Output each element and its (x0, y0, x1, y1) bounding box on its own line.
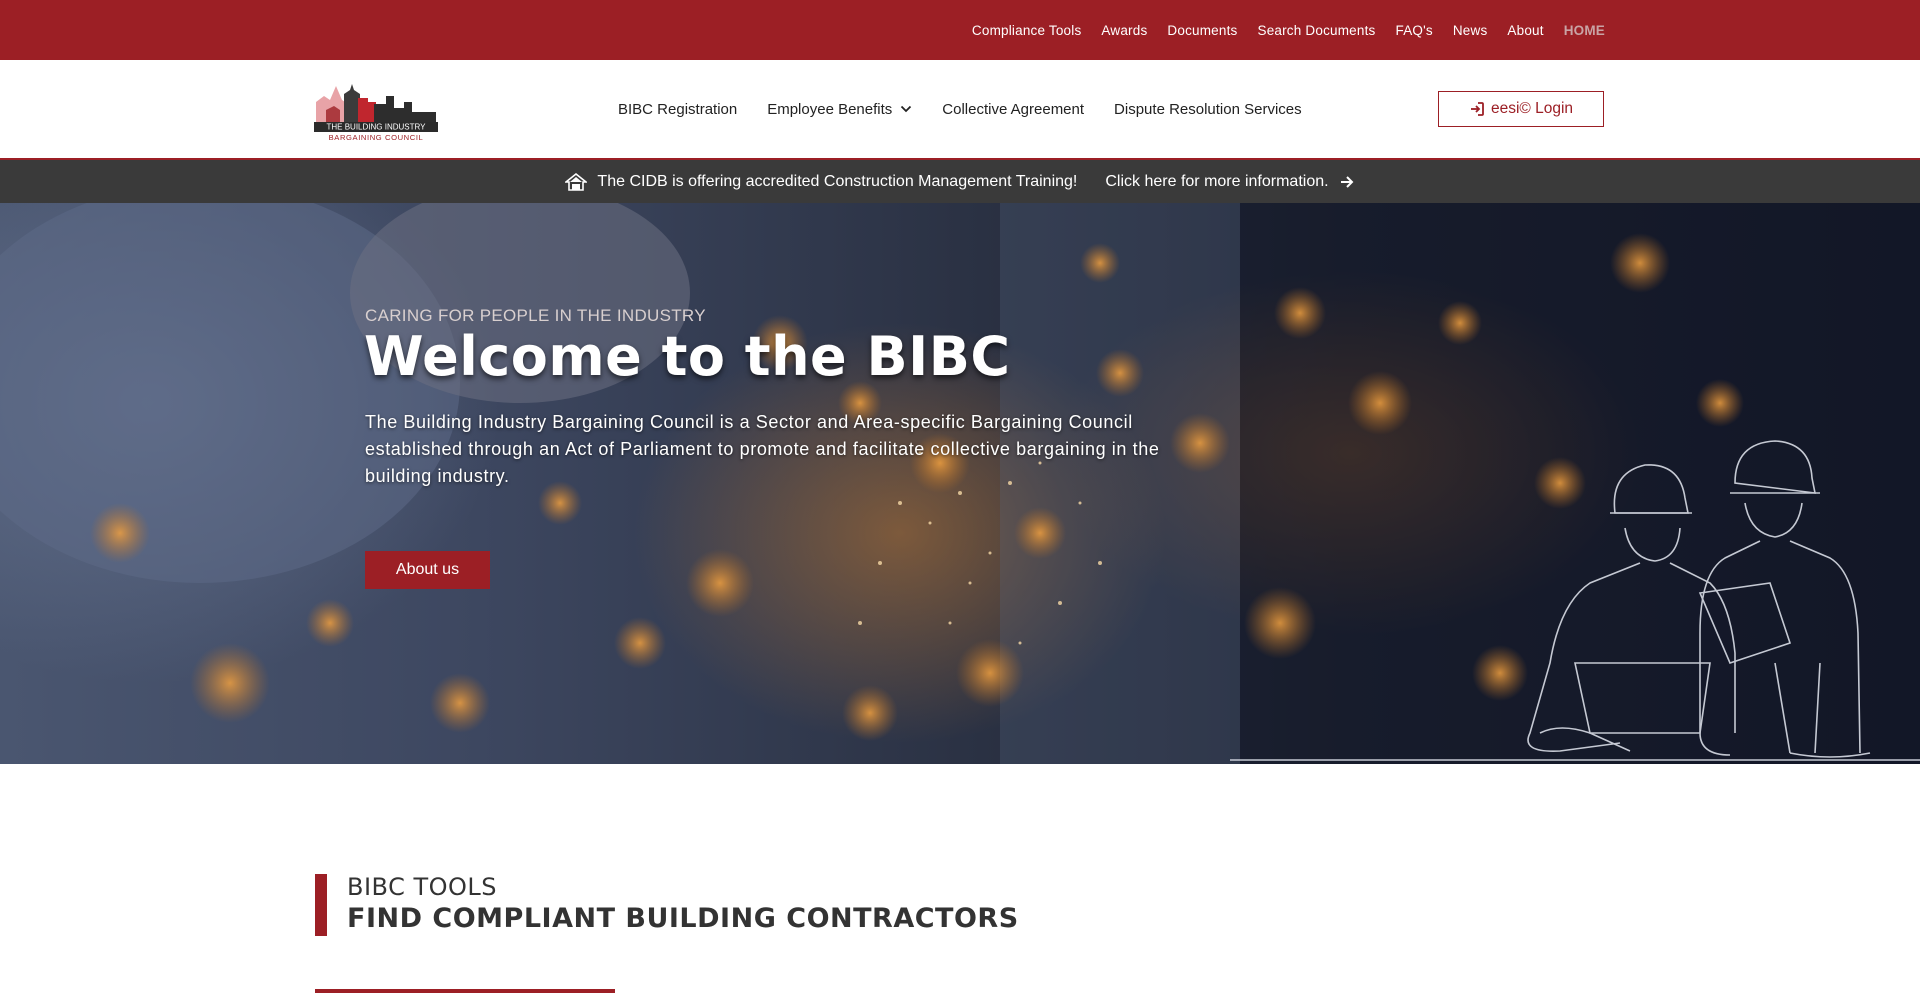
chevron-down-icon (901, 105, 912, 113)
login-label: eesi© Login (1490, 100, 1574, 117)
top-nav-about[interactable]: About (1507, 23, 1543, 38)
bibc-logo[interactable]: THE BUILDING INDUSTRY BARGAINING COUNCIL (314, 80, 438, 142)
house-icon (565, 172, 588, 191)
top-nav-compliance-tools[interactable]: Compliance Tools (972, 23, 1082, 38)
eesi-login-button[interactable]: eesi© Login (1438, 91, 1604, 127)
tools-kicker: BIBC TOOLS (347, 873, 498, 901)
top-nav-home[interactable]: HOME (1564, 23, 1605, 38)
workers-line-illustration (1230, 440, 1920, 761)
nav-bibc-registration[interactable]: BIBC Registration (618, 101, 737, 118)
nav-employee-benefits[interactable]: Employee Benefits (767, 101, 912, 118)
logo-graphic: THE BUILDING INDUSTRY BARGAINING COUNCIL (314, 84, 438, 142)
sign-in-icon (1470, 102, 1484, 116)
nav-label: Collective Agreement (942, 100, 1085, 118)
logo-line-2: BARGAINING COUNCIL (329, 133, 424, 142)
top-nav-awards[interactable]: Awards (1101, 23, 1147, 38)
nav-label: Employee Benefits (767, 100, 893, 118)
top-nav: Compliance Tools Awards Documents Search… (972, 0, 1605, 60)
nav-label: BIBC Registration (618, 100, 738, 118)
nav-dispute-resolution[interactable]: Dispute Resolution Services (1114, 101, 1302, 118)
section-accent-bar (315, 874, 327, 936)
top-bar: Compliance Tools Awards Documents Search… (0, 0, 1920, 60)
top-nav-search-documents[interactable]: Search Documents (1257, 23, 1375, 38)
about-us-button[interactable]: About us (365, 551, 490, 589)
announcement-text: The CIDB is offering accredited Construc… (597, 172, 1078, 190)
nav-label: Dispute Resolution Services (1114, 100, 1302, 118)
arrow-right-icon (1340, 175, 1353, 188)
hero-kicker: CARING FOR PEOPLE IN THE INDUSTRY (365, 306, 706, 325)
nav-collective-agreement[interactable]: Collective Agreement (942, 101, 1084, 118)
hero-section: CARING FOR PEOPLE IN THE INDUSTRY Welcom… (0, 203, 1920, 764)
hero-title: Welcome to the BIBC (364, 325, 1011, 388)
main-header: THE BUILDING INDUSTRY BARGAINING COUNCIL… (0, 60, 1920, 160)
announcement-bar[interactable]: The CIDB is offering accredited Construc… (0, 160, 1920, 203)
hero-description: The Building Industry Bargaining Council… (365, 412, 1160, 486)
announcement-link[interactable]: Click here for more information. (1105, 173, 1328, 191)
top-nav-faqs[interactable]: FAQ's (1396, 23, 1433, 38)
top-nav-documents[interactable]: Documents (1167, 23, 1237, 38)
logo-line-1: THE BUILDING INDUSTRY (327, 123, 427, 132)
section-divider (315, 989, 615, 993)
top-nav-news[interactable]: News (1453, 23, 1488, 38)
main-nav: BIBC Registration Employee Benefits Coll… (618, 60, 1302, 158)
tools-title: FIND COMPLIANT BUILDING CONTRACTORS (347, 903, 1019, 934)
